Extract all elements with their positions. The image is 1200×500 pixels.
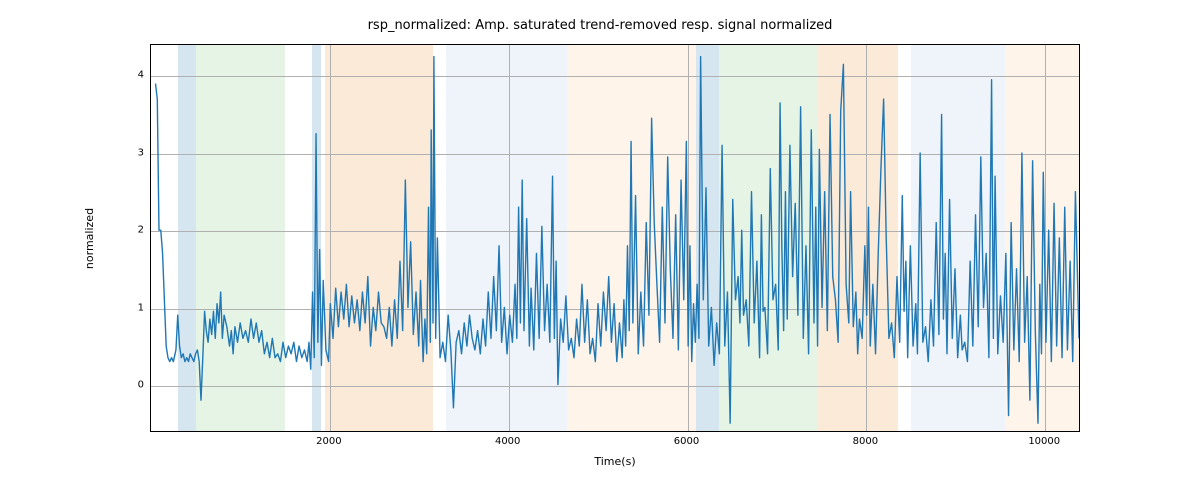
line-series: [151, 45, 1079, 431]
axes-area: [150, 44, 1080, 432]
x-tick-label: 6000: [674, 436, 699, 447]
y-tick-label: 4: [104, 70, 144, 81]
chart-title: rsp_normalized: Amp. saturated trend-rem…: [0, 18, 1200, 33]
figure: rsp_normalized: Amp. saturated trend-rem…: [0, 0, 1200, 500]
y-tick-label: 3: [104, 147, 144, 158]
x-tick-label: 4000: [495, 436, 520, 447]
x-tick-label: 8000: [853, 436, 878, 447]
y-tick-label: 0: [104, 380, 144, 391]
y-tick-label: 1: [104, 302, 144, 313]
x-axis-label: Time(s): [150, 455, 1080, 468]
x-tick-label: 2000: [316, 436, 341, 447]
y-axis-label: normalized: [82, 44, 98, 432]
x-tick-label: 10000: [1028, 436, 1060, 447]
y-tick-label: 2: [104, 225, 144, 236]
